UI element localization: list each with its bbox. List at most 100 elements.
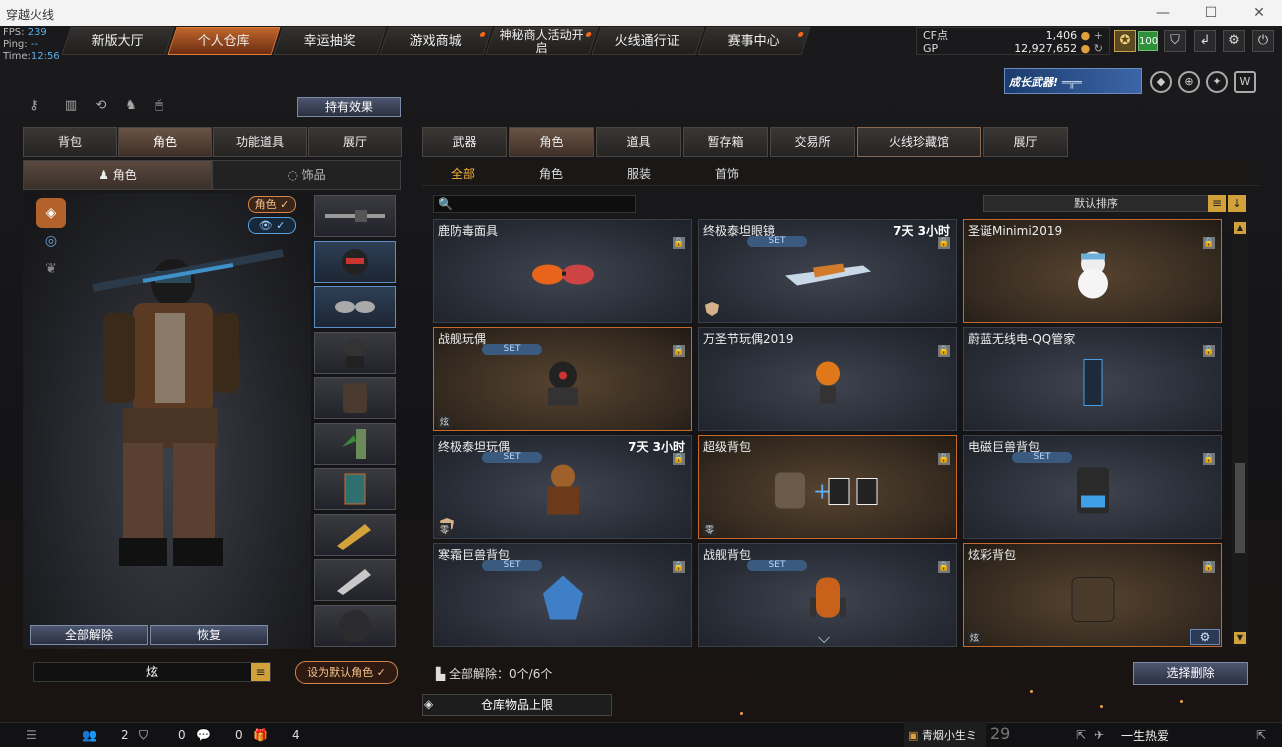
item-card[interactable]: 终极泰坦玩偶 7天 3小时 SET 🔒 零 xyxy=(433,435,692,539)
shield-badge-icon[interactable]: ◆ xyxy=(1150,71,1172,93)
clan-icon[interactable]: ⛉ xyxy=(139,728,148,743)
scrollbar[interactable] xyxy=(1232,219,1248,647)
crosshair-icon[interactable]: ⊕ xyxy=(1178,71,1200,93)
tab-character[interactable]: 角色 xyxy=(118,127,212,157)
item-card[interactable]: 万圣节玩偶2019 🔒 xyxy=(698,327,957,431)
item-card[interactable]: 战舰玩偶 SET 🔒 炫 xyxy=(433,327,692,431)
close-button[interactable]: ✕ xyxy=(1236,0,1282,26)
rotate-view-icon[interactable]: ⟲ xyxy=(90,98,112,116)
slot-grenade[interactable] xyxy=(314,422,396,465)
item-card[interactable]: 圣诞Minimi2019 🔒 xyxy=(963,219,1222,323)
more-chevron-icon[interactable]: ⌵ xyxy=(818,628,830,648)
storage-limit-button[interactable]: 仓库物品上限 xyxy=(422,694,612,716)
filter-all[interactable]: 全部 xyxy=(451,165,475,182)
wings-slot-icon[interactable]: ❦ xyxy=(36,254,66,284)
nav-storage[interactable]: 个人仓库 xyxy=(167,27,281,55)
lock-icon[interactable]: 🔒 xyxy=(938,237,950,249)
scrollbar-thumb[interactable] xyxy=(1235,463,1245,553)
rank-emblem-icon[interactable]: ✪ xyxy=(1114,30,1136,52)
scroll-down-icon[interactable]: ▼ xyxy=(1234,632,1246,644)
chat-user[interactable]: ▣ 青烟小生ミ xyxy=(904,722,986,747)
hold-effect-button[interactable]: 持有效果 xyxy=(297,97,401,117)
mouse-icon[interactable]: 🖱 xyxy=(148,98,170,116)
chat-icon[interactable]: 💬 xyxy=(196,728,211,742)
slot-doll[interactable] xyxy=(314,331,396,374)
slot-empty[interactable] xyxy=(314,604,396,647)
nav-lobby[interactable]: 新版大厅 xyxy=(61,27,175,55)
tab-exchange[interactable]: 交易所 xyxy=(770,127,855,157)
expand-icon-2[interactable]: ⇱ xyxy=(1256,728,1266,742)
item-card[interactable]: 超级背包 🔒 零 + xyxy=(698,435,957,539)
slot-knife-silver[interactable] xyxy=(314,559,396,601)
tab-collection[interactable]: 火线珍藏馆 xyxy=(857,127,981,157)
goggles-slot-icon[interactable]: ◎ xyxy=(36,226,66,256)
item-card[interactable]: 鹿防毒面具 🔒 xyxy=(433,219,692,323)
select-delete-button[interactable]: 选择删除 xyxy=(1133,662,1248,685)
lock-icon[interactable]: 🔒 xyxy=(673,453,685,465)
menu-icon[interactable]: ≡ xyxy=(251,663,270,681)
item-card[interactable]: 终极泰坦眼镜 7天 3小时 SET 🔒 xyxy=(698,219,957,323)
key-icon[interactable]: ⚷ xyxy=(23,98,45,116)
item-card[interactable]: 蔚蓝无线电-QQ管家 🔒 xyxy=(963,327,1222,431)
set-default-role-button[interactable]: 设为默认角色 ✓ xyxy=(295,661,398,684)
search-input[interactable]: 🔍 xyxy=(433,195,636,213)
slot-knife-gold[interactable] xyxy=(314,513,396,556)
nav-events[interactable]: 赛事中心 xyxy=(697,27,811,55)
sort-select[interactable]: 默认排序 xyxy=(983,195,1209,212)
character-preview[interactable] xyxy=(23,193,311,649)
lock-icon[interactable]: 🔒 xyxy=(673,561,685,573)
item-card[interactable]: 寒霜巨兽背包 SET 🔒 xyxy=(433,543,692,647)
lock-icon[interactable]: 🔒 xyxy=(938,561,950,573)
friends-icon[interactable]: 👥 xyxy=(82,728,97,742)
lock-icon[interactable]: 🔒 xyxy=(1203,561,1215,573)
visibility-toggle[interactable]: 👁 ✓ xyxy=(248,217,296,234)
gear-icon[interactable]: ⚙ xyxy=(1223,30,1245,52)
tab-characters[interactable]: 角色 xyxy=(509,127,594,157)
slot-backpack[interactable] xyxy=(314,377,396,419)
maximize-button[interactable]: ☐ xyxy=(1188,0,1234,26)
item-card[interactable]: 炫彩背包 🔒 炫 xyxy=(963,543,1222,647)
filter-character[interactable]: 角色 xyxy=(539,165,563,182)
slot-card[interactable] xyxy=(314,468,396,510)
tab-function-items[interactable]: 功能道具 xyxy=(213,127,307,157)
role-toggle[interactable]: 角色 ✓ xyxy=(248,196,296,213)
role-slot-1-icon[interactable]: ◈ xyxy=(36,198,66,228)
sort-direction-icon[interactable]: ↓ xyxy=(1228,195,1246,212)
nav-mystery-merchant[interactable]: 神秘商人活动开启 xyxy=(485,27,599,55)
nav-pass[interactable]: 火线通行证 xyxy=(591,27,705,55)
list-icon[interactable]: ≡ xyxy=(1208,195,1226,212)
item-card[interactable]: 电磁巨兽背包 SET 🔒 xyxy=(963,435,1222,539)
tab-temp-box[interactable]: 暂存箱 xyxy=(683,127,768,157)
tab-backpack[interactable]: 背包 xyxy=(23,127,117,157)
lock-icon[interactable]: 🔒 xyxy=(1203,237,1215,249)
minimize-button[interactable]: — xyxy=(1140,0,1186,26)
tab-showroom-right[interactable]: 展厅 xyxy=(983,127,1068,157)
expand-icon[interactable]: ⇱ xyxy=(1076,728,1086,742)
growth-weapon-banner[interactable]: 成长武器! ═╦═ xyxy=(1004,68,1142,94)
subtab-accessory[interactable]: ◌ 饰品 xyxy=(212,160,401,190)
lock-icon[interactable]: 🔒 xyxy=(673,345,685,357)
lock-icon[interactable]: 🔒 xyxy=(1203,453,1215,465)
wings-icon[interactable]: W xyxy=(1234,71,1256,93)
scroll-up-icon[interactable]: ▲ xyxy=(1234,222,1246,234)
shield-icon[interactable]: ⛉ xyxy=(1164,30,1186,52)
slot-mask[interactable] xyxy=(314,240,396,283)
filter-accessory[interactable]: 首饰 xyxy=(715,165,739,182)
back-icon[interactable]: ↲ xyxy=(1194,30,1216,52)
gear-icon[interactable]: ⚙ xyxy=(1190,629,1220,645)
gift-icon[interactable]: 🎁 xyxy=(253,728,268,742)
lock-icon[interactable]: 🔒 xyxy=(673,237,685,249)
nav-lottery[interactable]: 幸运抽奖 xyxy=(273,27,387,55)
pose-icon[interactable]: ♞ xyxy=(120,98,142,116)
tab-showroom[interactable]: 展厅 xyxy=(308,127,402,157)
list-icon[interactable]: ☰ xyxy=(26,728,37,742)
restore-button[interactable]: 恢复 xyxy=(150,625,268,645)
lock-icon[interactable]: 🔒 xyxy=(1203,345,1215,357)
subtab-character[interactable]: ♟ 角色 xyxy=(23,160,212,190)
filter-outfit[interactable]: 服装 xyxy=(627,165,651,182)
unequip-all-button[interactable]: 全部解除 xyxy=(30,625,148,645)
power-icon[interactable]: ⏻ xyxy=(1252,30,1274,52)
tab-items[interactable]: 道具 xyxy=(596,127,681,157)
tab-weapons[interactable]: 武器 xyxy=(422,127,507,157)
slot-rifle[interactable] xyxy=(314,195,396,237)
